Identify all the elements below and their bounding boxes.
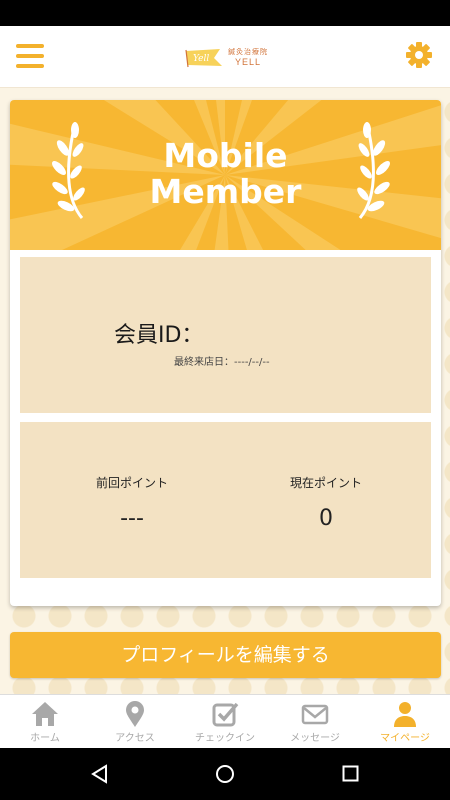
- tab-access[interactable]: アクセス: [90, 695, 180, 748]
- app-logo: Yell 鍼灸治療院 YELL: [184, 44, 270, 72]
- member-id-label: 会員ID：: [114, 323, 204, 348]
- recent-apps-icon[interactable]: [342, 765, 359, 782]
- tab-message[interactable]: メッセージ: [270, 695, 360, 748]
- back-icon[interactable]: [90, 764, 108, 784]
- tab-home-label: ホーム: [30, 733, 60, 744]
- last-visit-value: ----/--/--: [234, 357, 270, 368]
- system-nav-bar: [0, 748, 450, 800]
- member-info-panel: 会員ID： 最終来店日：----/--/--: [20, 257, 431, 413]
- menu-button[interactable]: [16, 44, 44, 70]
- bottom-tab-bar: ホーム アクセス チェックイン メッセージ マイページ: [0, 694, 450, 748]
- map-pin-icon: [126, 701, 144, 727]
- main-content: Mobile Member 会員ID： 最終来店日：----/--/-- 前回ポ…: [0, 88, 450, 694]
- gear-icon[interactable]: [404, 40, 434, 70]
- member-banner: Mobile Member: [10, 100, 441, 250]
- tab-checkin-label: チェックイン: [195, 733, 255, 744]
- logo-title: YELL: [234, 57, 262, 67]
- current-points-value: 0: [319, 506, 333, 531]
- tab-message-label: メッセージ: [290, 733, 340, 744]
- hamburger-line: [16, 64, 44, 68]
- tab-home[interactable]: ホーム: [0, 695, 90, 748]
- points-panel: 前回ポイント --- 現在ポイント 0: [20, 422, 431, 578]
- last-visit: 最終来店日：----/--/--: [174, 353, 270, 368]
- previous-points-value: ---: [120, 506, 144, 531]
- edit-profile-button[interactable]: プロフィールを編集する: [10, 632, 441, 678]
- laurel-right-icon: [357, 122, 390, 219]
- mail-icon: [301, 704, 329, 725]
- member-card: Mobile Member 会員ID： 最終来店日：----/--/-- 前回ポ…: [10, 100, 441, 606]
- status-bar: [0, 0, 450, 26]
- last-visit-label: 最終来店日：: [174, 357, 234, 368]
- previous-points-label: 前回ポイント: [95, 476, 168, 490]
- tab-mypage-label: マイページ: [380, 733, 430, 744]
- tab-mypage[interactable]: マイページ: [360, 695, 450, 748]
- flag-logo-icon: Yell: [185, 49, 222, 68]
- current-points-label: 現在ポイント: [289, 476, 362, 490]
- user-icon: [394, 702, 416, 727]
- tab-checkin[interactable]: チェックイン: [180, 695, 270, 748]
- logo-subtitle: 鍼灸治療院: [228, 49, 268, 56]
- checkin-icon: [212, 702, 239, 727]
- tab-access-label: アクセス: [115, 733, 155, 744]
- logo-flag-text: Yell: [193, 54, 209, 64]
- hamburger-line: [16, 54, 44, 58]
- app-header: Yell 鍼灸治療院 YELL: [0, 26, 450, 88]
- hamburger-line: [16, 44, 44, 48]
- home-circle-icon[interactable]: [215, 764, 235, 784]
- home-icon: [32, 702, 58, 726]
